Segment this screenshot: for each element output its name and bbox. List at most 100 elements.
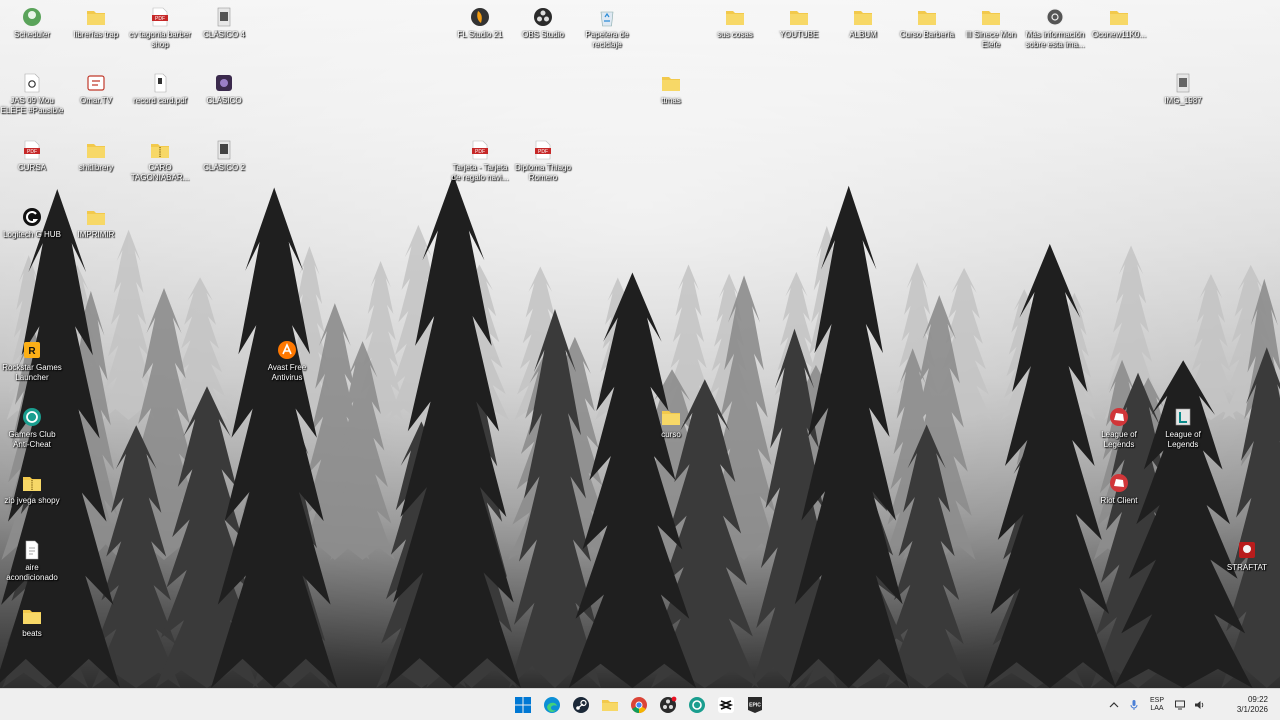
icon-recycle-bin[interactable]: Papelera de reciclaje: [575, 4, 639, 50]
chrome-icon: [630, 696, 648, 714]
icon-diploma[interactable]: PDF Diploma Thiago Romero: [511, 137, 575, 183]
icon-label: Rockstar Games Launcher: [2, 363, 62, 382]
language-code: ESP: [1149, 696, 1164, 704]
taskbar-edge[interactable]: [540, 692, 564, 718]
tray-network-button[interactable]: [1170, 695, 1190, 715]
obs-studio-icon: [659, 696, 677, 714]
tray-microphone-button[interactable]: [1124, 695, 1144, 715]
icon-riot-client[interactable]: Riot Client: [1087, 470, 1151, 506]
capcut-icon: [717, 696, 735, 714]
icon-label: Más información sobre esta ima...: [1025, 30, 1085, 49]
icon-curso-barberia[interactable]: Curso Barbería: [895, 4, 959, 40]
icon-shitlibrery[interactable]: shitlibrery: [64, 137, 128, 173]
icon-oconew[interactable]: Oconew11K0...: [1087, 4, 1151, 40]
file-icon: [149, 72, 171, 94]
icon-clasico-4[interactable]: CLÁSICO 4: [192, 4, 256, 40]
icon-label: shitlibrery: [78, 163, 114, 172]
desktop[interactable]: Scheduler librerías trap PDF cv tagonia b…: [0, 0, 1280, 688]
language-indicator[interactable]: ESP LAA: [1144, 697, 1170, 713]
recycle-bin-icon: [596, 6, 618, 28]
icon-obs-studio[interactable]: OBS Studio: [511, 4, 575, 40]
icon-label: curso: [661, 430, 681, 439]
icon-mas-informacion[interactable]: Más información sobre esta ima...: [1023, 4, 1087, 50]
icon-straftat[interactable]: STRAFTAT: [1215, 537, 1279, 573]
tray-overflow-button[interactable]: [1104, 695, 1124, 715]
icon-album[interactable]: ALBUM: [831, 4, 895, 40]
icon-label: librerías trap: [73, 30, 119, 39]
folder-icon: [1108, 6, 1130, 28]
folder-icon: [724, 6, 746, 28]
icon-sus-cosas[interactable]: sus cosas: [703, 4, 767, 40]
icon-cursa[interactable]: PDF CURSA: [0, 137, 64, 173]
icon-youtube[interactable]: YOUTUBE: [767, 4, 831, 40]
icon-league-of-legends[interactable]: League of Legends: [1151, 404, 1215, 450]
icon-imprimir[interactable]: IMPRIMIR: [64, 204, 128, 240]
icon-label: CURSA: [17, 163, 46, 172]
icon-label: ttmas: [661, 96, 681, 105]
icon-label: zip jvega shopy: [4, 496, 60, 505]
edge-icon: [543, 696, 561, 714]
icon-label: Ill Sinece Mon Elefe: [965, 30, 1017, 49]
image-file-icon: [213, 139, 235, 161]
pdf-file-icon: PDF: [21, 139, 43, 161]
tray-volume-button[interactable]: [1190, 695, 1210, 715]
gamers-club-icon: [688, 696, 706, 714]
svg-text:PDF: PDF: [155, 16, 165, 22]
icon-jas-audio[interactable]: JAS 09 Mou ELÉFE #Pausible: [0, 70, 64, 116]
file-explorer-icon: [601, 696, 619, 714]
icon-beats[interactable]: beats: [0, 603, 64, 639]
icon-fl-studio[interactable]: FL Studio 21: [448, 4, 512, 40]
taskbar-gamers-club[interactable]: [685, 692, 709, 718]
icon-record-card[interactable]: record card.pdf: [128, 70, 192, 106]
icon-league-of-legends-riot[interactable]: League of Legends: [1087, 404, 1151, 450]
microphone-icon: [1128, 699, 1140, 711]
svg-text:PDF: PDF: [538, 149, 548, 155]
icon-logitech-ghub[interactable]: Logitech G HUB: [0, 204, 64, 240]
icon-clasico-2[interactable]: CLÁSICO 2: [192, 137, 256, 173]
icon-clasico[interactable]: CLÁSICO: [192, 70, 256, 106]
icon-ttmas[interactable]: ttmas: [639, 70, 703, 106]
icon-caro-tagonia[interactable]: CARO TAGONIABAR...: [128, 137, 192, 183]
icon-label: YOUTUBE: [779, 30, 819, 39]
icon-img-1987[interactable]: IMG_1987: [1151, 70, 1215, 106]
icon-omar-tv[interactable]: Omar.TV: [64, 70, 128, 106]
icon-librerias-trap[interactable]: librerías trap: [64, 4, 128, 40]
riot-icon: [1108, 406, 1130, 428]
icon-label: record card.pdf: [133, 96, 187, 105]
icon-label: Tarjeta - Tarjeta de regalo navi...: [451, 163, 509, 182]
folder-icon: [916, 6, 938, 28]
icon-label: ALBUM: [849, 30, 877, 39]
taskbar-chrome[interactable]: [627, 692, 651, 718]
icon-tarjeta[interactable]: PDF Tarjeta - Tarjeta de regalo navi...: [448, 137, 512, 183]
icon-scheduler[interactable]: Scheduler: [0, 4, 64, 40]
icon-cv-tagonia[interactable]: PDF cv tagonia barber shop: [128, 4, 192, 50]
straftat-icon: [1236, 539, 1258, 561]
icon-zip-jvega-shopy[interactable]: zip jvega shopy: [0, 470, 64, 506]
file-icon: [21, 539, 43, 561]
folder-icon: [21, 605, 43, 627]
taskbar-capcut[interactable]: [714, 692, 738, 718]
taskbar-steam[interactable]: [569, 692, 593, 718]
taskbar-file-explorer[interactable]: [598, 692, 622, 718]
folder-icon: [660, 72, 682, 94]
scheduler-icon: [21, 6, 43, 28]
icon-ill-sinece[interactable]: Ill Sinece Mon Elefe: [959, 4, 1023, 50]
language-layout: LAA: [1150, 704, 1164, 712]
icon-curso[interactable]: curso: [639, 404, 703, 440]
start-button[interactable]: [511, 692, 535, 718]
icon-label: Oconew11K0...: [1091, 30, 1147, 39]
taskbar-obs-studio[interactable]: [656, 692, 680, 718]
icon-rockstar[interactable]: R Rockstar Games Launcher: [0, 337, 64, 383]
icon-aire-acondicionado[interactable]: aire acondicionado: [0, 537, 64, 583]
taskbar-epic-games[interactable]: EPIC: [743, 692, 767, 718]
icon-gamers-club[interactable]: Gamers Club Anti-Cheat: [0, 404, 64, 450]
icon-label: sus cosas: [717, 30, 753, 39]
logitech-ghub-icon: [21, 206, 43, 228]
folder-icon: [980, 6, 1002, 28]
video-file-icon: [213, 72, 235, 94]
clock[interactable]: 09:22 3/1/2026: [1210, 695, 1280, 715]
icon-label: CLÁSICO: [206, 96, 242, 105]
network-icon: [1174, 699, 1186, 711]
icon-avast[interactable]: Avast Free Antivirus: [255, 337, 319, 383]
taskbar-apps: EPIC: [511, 692, 767, 718]
